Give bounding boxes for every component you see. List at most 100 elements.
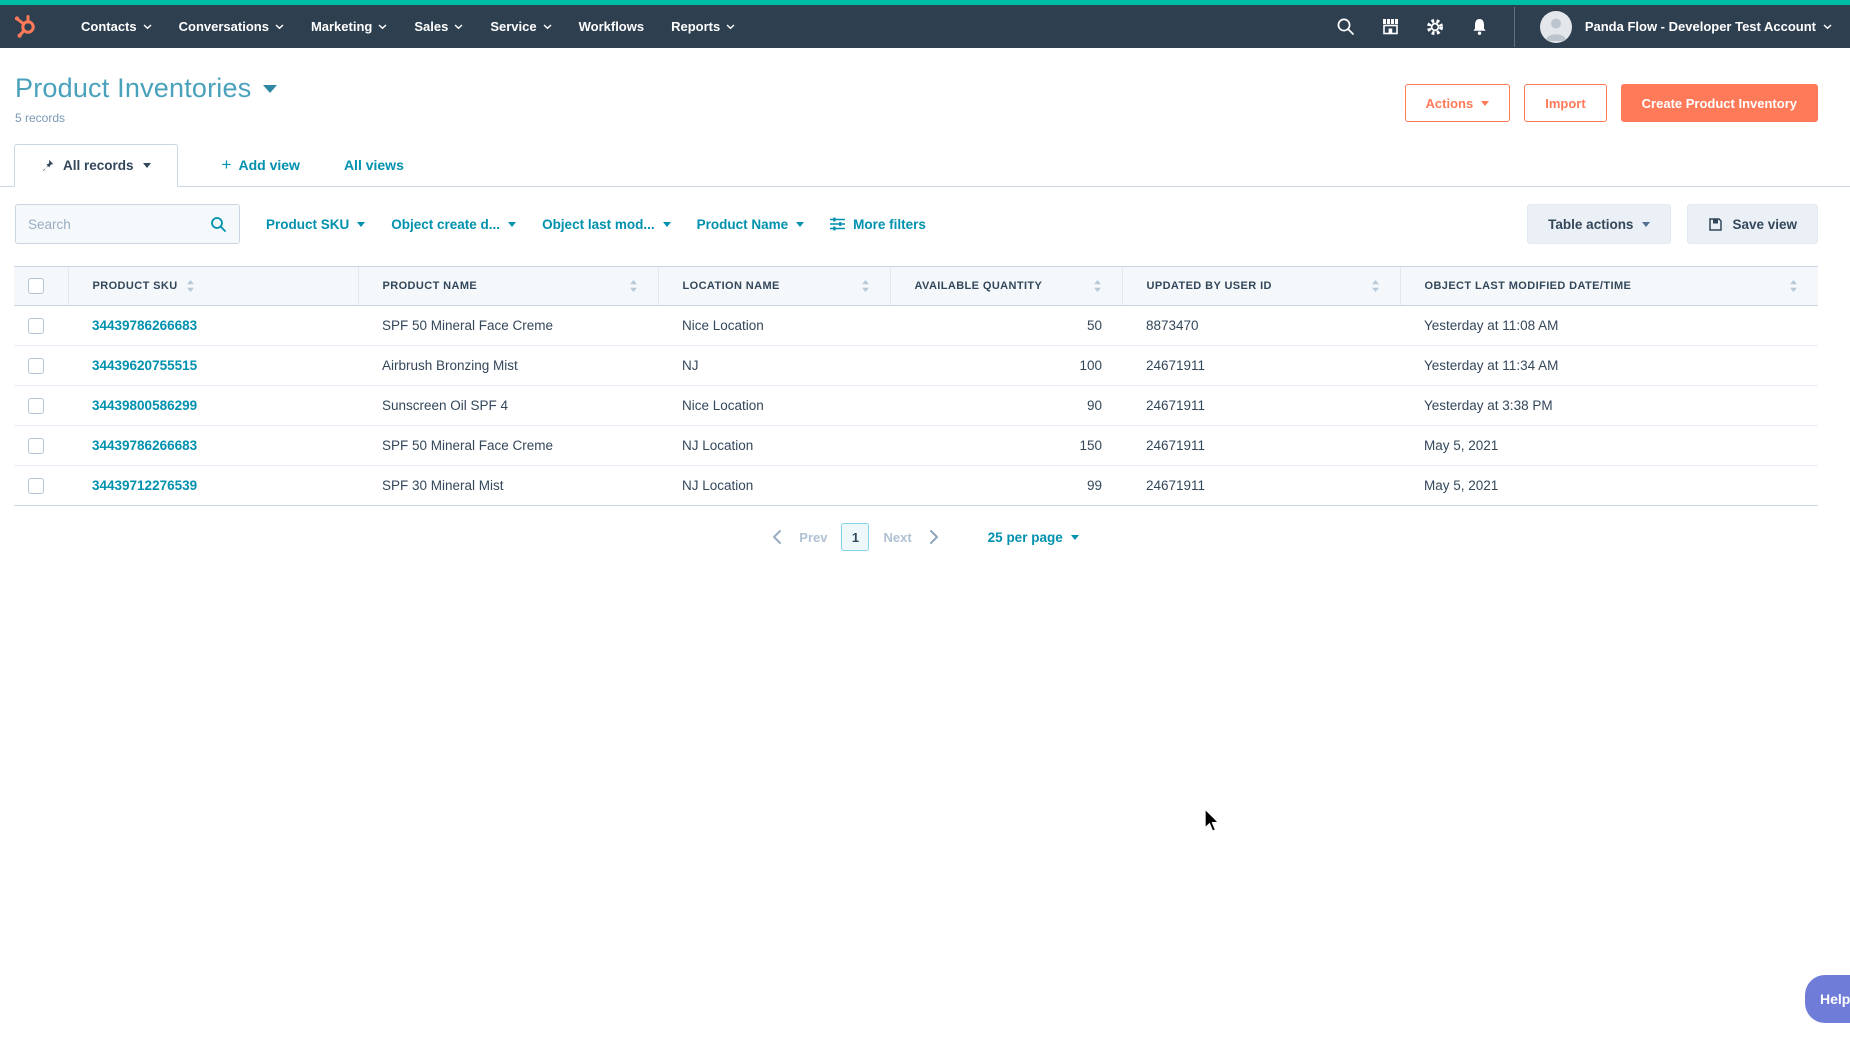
create-product-inventory-button[interactable]: Create Product Inventory	[1621, 84, 1818, 122]
help-button[interactable]: Help	[1805, 975, 1850, 1023]
notifications-bell-icon[interactable]	[1470, 17, 1489, 37]
filter-label: Product SKU	[266, 217, 349, 232]
save-view-button[interactable]: Save view	[1687, 204, 1818, 244]
chevron-left-icon[interactable]	[771, 529, 783, 545]
filter-object-create-date[interactable]: Object create d...	[391, 217, 516, 232]
row-checkbox[interactable]	[28, 478, 44, 494]
nav-divider	[1514, 7, 1515, 47]
tab-all-records[interactable]: All records	[14, 144, 178, 187]
filter-object-last-modified[interactable]: Object last mod...	[542, 217, 671, 232]
available-quantity-cell: 90	[890, 386, 1122, 426]
product-sku-link[interactable]: 34439800586299	[92, 398, 197, 413]
chevron-down-icon	[378, 24, 387, 30]
column-header-location-name: LOCATION NAME	[683, 280, 780, 292]
sort-icon[interactable]	[1093, 279, 1102, 293]
create-button-label: Create Product Inventory	[1642, 96, 1797, 111]
marketplace-icon[interactable]	[1380, 17, 1400, 36]
chevron-down-icon	[543, 24, 552, 30]
row-checkbox[interactable]	[28, 358, 44, 374]
title-dropdown-caret-icon[interactable]	[263, 85, 277, 93]
nav-item-sales[interactable]: Sales	[414, 19, 463, 34]
column-header-product-name: PRODUCT NAME	[383, 280, 478, 292]
import-button[interactable]: Import	[1524, 84, 1606, 122]
nav-item-conversations[interactable]: Conversations	[179, 19, 284, 34]
filter-label: Object last mod...	[542, 217, 655, 232]
per-page-label: 25 per page	[988, 530, 1063, 545]
column-header-available-quantity: AVAILABLE QUANTITY	[915, 280, 1043, 292]
chevron-right-icon[interactable]	[928, 529, 940, 545]
available-quantity-cell: 150	[890, 426, 1122, 466]
table-row: 34439712276539 SPF 30 Mineral Mist NJ Lo…	[14, 466, 1818, 506]
nav-item-reports[interactable]: Reports	[671, 19, 735, 34]
product-sku-link[interactable]: 34439712276539	[92, 478, 197, 493]
caret-down-icon	[357, 222, 365, 227]
save-icon	[1708, 217, 1723, 232]
nav-item-service[interactable]: Service	[490, 19, 551, 34]
next-page-button[interactable]: Next	[883, 530, 911, 545]
product-name-cell: SPF 50 Mineral Face Creme	[358, 426, 658, 466]
table-actions-label: Table actions	[1548, 217, 1633, 232]
available-quantity-cell: 100	[890, 346, 1122, 386]
product-name-cell: Sunscreen Oil SPF 4	[358, 386, 658, 426]
row-checkbox[interactable]	[28, 438, 44, 454]
search-icon[interactable]	[210, 216, 227, 233]
add-view-link[interactable]: + Add view	[222, 156, 300, 173]
all-views-label: All views	[344, 157, 404, 173]
pagination: Prev 1 Next 25 per page	[0, 523, 1850, 551]
avatar[interactable]	[1540, 11, 1572, 43]
select-all-checkbox[interactable]	[28, 278, 44, 294]
page-title: Product Inventories	[15, 73, 251, 104]
hubspot-logo-icon[interactable]	[12, 13, 40, 41]
product-sku-link[interactable]: 34439786266683	[92, 438, 197, 453]
nav-item-workflows[interactable]: Workflows	[579, 19, 645, 34]
nav-item-label: Sales	[414, 19, 448, 34]
sort-icon[interactable]	[1789, 279, 1798, 293]
more-filters-button[interactable]: More filters	[830, 217, 926, 232]
table-header-row: PRODUCT SKU PRODUCT NAME LOCATION NAME A…	[14, 267, 1818, 306]
last-modified-cell: Yesterday at 11:34 AM	[1400, 346, 1818, 386]
prev-page-button[interactable]: Prev	[799, 530, 827, 545]
table-row: 34439620755515 Airbrush Bronzing Mist NJ…	[14, 346, 1818, 386]
row-checkbox[interactable]	[28, 398, 44, 414]
available-quantity-cell: 99	[890, 466, 1122, 506]
per-page-select[interactable]: 25 per page	[988, 530, 1079, 545]
nav-item-label: Workflows	[579, 19, 645, 34]
filter-product-sku[interactable]: Product SKU	[266, 217, 365, 232]
caret-down-icon	[663, 222, 671, 227]
help-button-label: Help	[1820, 991, 1850, 1007]
updated-by-cell: 8873470	[1122, 306, 1400, 346]
sort-icon[interactable]	[629, 279, 638, 293]
nav-item-label: Reports	[671, 19, 720, 34]
search-box	[15, 204, 240, 244]
account-menu[interactable]: Panda Flow - Developer Test Account	[1585, 19, 1832, 34]
table-row: 34439800586299 Sunscreen Oil SPF 4 Nice …	[14, 386, 1818, 426]
table-actions-button[interactable]: Table actions	[1527, 204, 1671, 244]
sort-icon[interactable]	[1371, 279, 1380, 293]
caret-down-icon	[1642, 222, 1650, 227]
actions-button[interactable]: Actions	[1405, 84, 1511, 122]
sort-icon[interactable]	[186, 279, 195, 293]
column-header-updated-by-user-id: UPDATED BY USER ID	[1147, 280, 1272, 292]
nav-item-marketing[interactable]: Marketing	[311, 19, 387, 34]
updated-by-cell: 24671911	[1122, 426, 1400, 466]
page-header: Product Inventories 5 records Actions Im…	[0, 48, 1850, 125]
all-views-link[interactable]: All views	[344, 157, 404, 173]
caret-down-icon	[796, 222, 804, 227]
row-checkbox[interactable]	[28, 318, 44, 334]
search-icon[interactable]	[1336, 17, 1355, 36]
nav-item-contacts[interactable]: Contacts	[81, 19, 152, 34]
current-page-button[interactable]: 1	[841, 523, 869, 551]
views-tab-bar: All records + Add view All views	[0, 143, 1850, 187]
updated-by-cell: 24671911	[1122, 466, 1400, 506]
sort-icon[interactable]	[861, 279, 870, 293]
settings-gear-icon[interactable]	[1425, 17, 1445, 37]
product-sku-link[interactable]: 34439786266683	[92, 318, 197, 333]
caret-down-icon	[143, 163, 151, 168]
product-sku-link[interactable]: 34439620755515	[92, 358, 197, 373]
filter-product-name[interactable]: Product Name	[697, 217, 805, 232]
search-input[interactable]	[28, 217, 210, 232]
add-view-label: Add view	[238, 157, 299, 173]
chevron-down-icon	[275, 24, 284, 30]
chevron-down-icon	[726, 24, 735, 30]
location-name-cell: NJ	[658, 346, 890, 386]
